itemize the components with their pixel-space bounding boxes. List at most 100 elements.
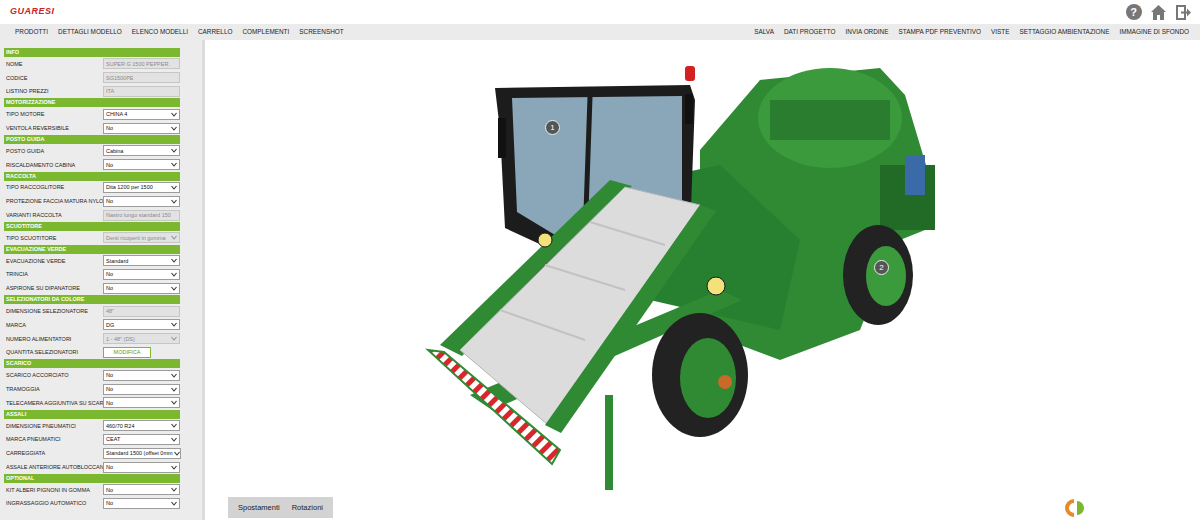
option-row: TELECAMERA AGGIUNTIVA SU SCARICONo: [4, 396, 180, 410]
view-mode-button[interactable]: Rotazioni: [292, 502, 323, 513]
option-select[interactable]: Standard 1500 (offset 0mm: [103, 448, 181, 459]
harvester-model[interactable]: [205, 40, 1200, 520]
exit-icon: [1175, 4, 1192, 21]
modify-button[interactable]: MODIFICA: [103, 347, 151, 358]
options-sidebar: INFONOMESUPER G 1500 PEPPER.CODICESG1500…: [0, 40, 205, 520]
option-label: TRINCIA: [4, 270, 103, 278]
chevron-icon: [171, 373, 177, 378]
menu-item[interactable]: SETTAGGIO AMBIENTAZIONE: [1014, 27, 1114, 37]
menu-item[interactable]: ELENCO MODELLI: [127, 27, 193, 37]
home-button[interactable]: [1150, 4, 1167, 21]
section-header: RACCOLTA: [4, 172, 180, 181]
option-row: EVACUAZIONE VERDEStandard: [4, 254, 180, 268]
top-bar: GUARESI?: [0, 0, 1200, 24]
field-value: Nastro lungo standard 150: [106, 211, 171, 219]
option-row: CODICESG1500PE: [4, 71, 180, 85]
brand-logo[interactable]: GUARESI: [10, 5, 55, 19]
option-select[interactable]: CEAT: [103, 434, 180, 445]
option-label: DIMENSIONE SELEZIONATORE: [4, 307, 103, 315]
top-icons: ?: [1125, 4, 1192, 21]
menu-item[interactable]: SCREENSHOT: [294, 27, 348, 37]
option-label: ASPIRONE SU DIPANATORE: [4, 284, 103, 292]
option-row: DIMENSIONE PNEUMATICI460/70 R24: [4, 419, 180, 433]
hotspot-marker[interactable]: 1: [545, 120, 560, 135]
option-field: Nastro lungo standard 150: [103, 210, 180, 221]
field-value: No: [106, 385, 113, 393]
field-value: No: [106, 197, 113, 205]
option-select[interactable]: No: [103, 484, 180, 495]
menu-item[interactable]: CARRELLO: [193, 27, 237, 37]
section-header: OPTIONAL: [4, 474, 180, 483]
option-row: VENTOLA REVERSIBILENo: [4, 121, 180, 135]
chevron-icon: [171, 501, 177, 506]
section-header: POSTO GUIDA: [4, 135, 180, 144]
option-row: SCARICO ACCORCIATONo: [4, 368, 180, 382]
option-select[interactable]: No: [103, 123, 180, 134]
menu-bar: PRODOTTIDETTAGLI MODELLOELENCO MODELLICA…: [0, 24, 1200, 40]
field-value: 460/70 R24: [106, 422, 134, 430]
option-select[interactable]: 460/70 R24: [103, 420, 180, 431]
view-controls: Spostamenti Rotazioni: [228, 497, 333, 518]
field-value: DG: [106, 321, 114, 329]
view-mode-button[interactable]: Spostamenti: [238, 502, 280, 513]
menu-item[interactable]: IMMAGINE DI SFONDO: [1114, 27, 1194, 37]
option-select[interactable]: No: [103, 397, 180, 408]
field-value: No: [106, 124, 113, 132]
option-select[interactable]: No: [103, 159, 180, 170]
option-row: ASSALE ANTERIORE AUTOBLOCCANTENo: [4, 460, 180, 474]
field-value: No: [106, 399, 113, 407]
option-select[interactable]: Cabina: [103, 145, 180, 156]
chevron-icon: [171, 400, 177, 405]
option-row: DIMENSIONE SELEZIONATORE48": [4, 304, 180, 318]
menu-item[interactable]: VISTE: [986, 27, 1014, 37]
option-select[interactable]: CHINA 4: [103, 109, 180, 120]
option-label: CARREGGIATA: [4, 449, 103, 457]
option-label: PROTEZIONE FACCIA MATURA NYLON: [4, 197, 103, 205]
menu-item[interactable]: STAMPA PDF PREVENTIVO: [893, 27, 986, 37]
option-select[interactable]: Standard: [103, 255, 180, 266]
menu-item[interactable]: SALVA: [749, 27, 779, 37]
option-row: TIPO MOTORECHINA 4: [4, 107, 180, 121]
logout-button[interactable]: [1175, 4, 1192, 21]
menu-item[interactable]: DATI PROGETTO: [779, 27, 841, 37]
field-value: SUPER G 1500 PEPPER.: [106, 60, 170, 68]
option-select[interactable]: No: [103, 269, 180, 280]
option-label: EVACUAZIONE VERDE: [4, 257, 103, 265]
chevron-icon: [171, 148, 177, 153]
option-field: 48": [103, 306, 180, 317]
option-select[interactable]: No: [103, 196, 180, 207]
help-button[interactable]: ?: [1125, 4, 1142, 21]
option-label: POSTO GUIDA: [4, 147, 103, 155]
option-select[interactable]: No: [103, 498, 180, 509]
option-label: MARCA PNEUMATICI: [4, 435, 103, 443]
option-select[interactable]: Dita 1200 per 1500: [103, 182, 180, 193]
chevron-icon: [171, 336, 177, 341]
option-row: QUANTITA SELEZIONATORIMODIFICA: [4, 346, 180, 360]
option-row: TIPO SCUOTITOREDenti ricoperti in gomma: [4, 231, 180, 245]
option-select[interactable]: No: [103, 462, 180, 473]
field-value: No: [106, 284, 113, 292]
menu-item[interactable]: DETTAGLI MODELLO: [53, 27, 127, 37]
3d-viewer[interactable]: Spostamenti Rotazioni 1 2: [205, 40, 1200, 520]
option-select[interactable]: No: [103, 384, 180, 395]
option-label: ASSALE ANTERIORE AUTOBLOCCANTE: [4, 463, 103, 471]
option-select[interactable]: No: [103, 370, 180, 381]
configurator-app: GUARESI? PRODOTTIDETTAGLI MODELLOELENCO …: [0, 0, 1200, 520]
viewer-footer: Spostamenti Rotazioni: [205, 497, 1200, 520]
menu-item[interactable]: INVIA ORDINE: [841, 27, 894, 37]
menu-item[interactable]: COMPLEMENTI: [237, 27, 294, 37]
hotspot-marker[interactable]: 2: [874, 260, 889, 275]
chevron-icon: [171, 437, 177, 442]
option-select[interactable]: DG: [103, 319, 180, 330]
section-header: ASSALI: [4, 410, 180, 419]
chevron-icon: [174, 451, 180, 456]
option-row: MARCA PNEUMATICICEAT: [4, 433, 180, 447]
option-row: POSTO GUIDACabina: [4, 144, 180, 158]
section-header: SCUOTITORE: [4, 222, 180, 231]
option-label: TIPO RACCOGLITORE: [4, 183, 103, 191]
menu-item[interactable]: PRODOTTI: [10, 27, 53, 37]
option-select[interactable]: No: [103, 283, 180, 294]
option-row: KIT ALBERI PIGNONI IN GOMMANo: [4, 483, 180, 497]
option-label: VENTOLA REVERSIBILE: [4, 124, 103, 132]
chevron-icon: [171, 112, 177, 117]
